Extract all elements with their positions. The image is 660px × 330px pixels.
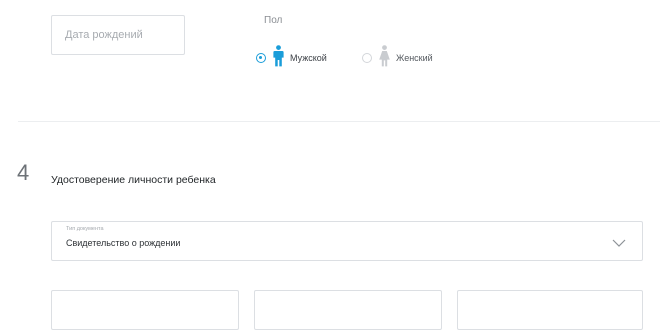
male-option-label: Мужской [290,53,327,63]
document-issue-date-field[interactable] [457,290,643,330]
birth-date-field[interactable]: Дата рождений [51,15,185,55]
gender-option-male[interactable]: Мужской [256,44,327,72]
document-series-field[interactable] [51,290,239,330]
document-type-select[interactable]: Тип документа Свидетельство о рождении [51,221,643,261]
chevron-down-icon[interactable] [612,235,626,253]
male-radio[interactable] [256,53,266,63]
document-type-value: Свидетельство о рождении [66,238,181,248]
female-radio[interactable] [362,53,372,63]
document-type-label: Тип документа [66,226,104,232]
gender-label: Пол [264,15,283,26]
step-number: 4 [17,160,30,185]
female-figure-icon [378,44,391,72]
gender-option-female[interactable]: Женский [362,44,433,72]
male-figure-icon [272,44,285,72]
section-title: Удостоверение личности ребенка [51,174,216,186]
document-number-field[interactable] [254,290,442,330]
female-option-label: Женский [396,53,433,63]
birth-date-placeholder: Дата рождений [65,29,143,41]
section-divider [18,121,660,122]
